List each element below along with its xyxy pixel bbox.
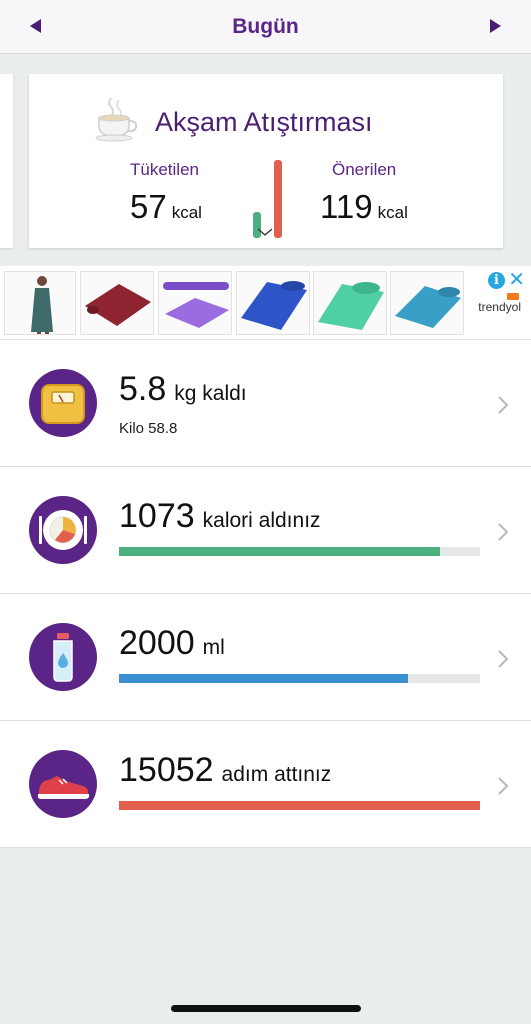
steps-row[interactable]: 15052 adım attınız [0, 721, 531, 848]
ad-banner[interactable]: i ✕ trendyol [0, 266, 531, 340]
ad-info-icon[interactable]: i [488, 272, 505, 289]
meal-carousel[interactable]: Akşam Atıştırması Tüketilen 57 kcal Öneri… [0, 54, 531, 266]
calories-number: 1073 [119, 497, 195, 535]
consumed-label: Tüketilen [130, 160, 199, 179]
recommended-value: 119 kcal [320, 188, 408, 226]
ad-product-mat-teal[interactable] [390, 271, 464, 335]
calories-progress-bar [119, 547, 480, 556]
home-indicator[interactable] [171, 1005, 361, 1012]
water-value: 2000 ml [119, 624, 225, 663]
consumed-unit: kcal [171, 203, 202, 222]
chevron-down-icon[interactable] [257, 224, 273, 240]
ad-product-dress[interactable] [4, 271, 76, 335]
meal-title: Akşam Atıştırması [155, 107, 373, 137]
calories-value: 1073 kalori aldınız [119, 497, 321, 536]
water-progress-fill [119, 674, 408, 683]
ad-product-mat-purple[interactable] [158, 271, 232, 335]
chevron-right-icon [498, 777, 509, 795]
date-header: Bugün [0, 0, 531, 54]
weight-row[interactable]: 5.8 kg kaldı Kilo 58.8 [0, 340, 531, 467]
recommended-label: Önerilen [332, 160, 397, 179]
consumed-value: 57 kcal [130, 188, 202, 226]
calories-progress-fill [119, 547, 441, 556]
steps-number: 15052 [119, 751, 214, 789]
sneaker-icon [29, 750, 97, 818]
water-unit: ml [202, 636, 225, 659]
recommended-bar [274, 160, 282, 238]
weight-number: 5.8 [119, 370, 167, 408]
next-day-arrow-icon[interactable] [490, 19, 501, 33]
ad-product-mat-blue[interactable] [236, 271, 310, 335]
ad-brand-label[interactable]: trendyol [478, 300, 521, 314]
consumed-number: 57 [130, 188, 167, 225]
calories-row[interactable]: 1073 kalori aldınız [0, 467, 531, 594]
scale-icon [29, 369, 97, 437]
ad-brand-badge [507, 293, 519, 300]
water-row[interactable]: 2000 ml [0, 594, 531, 721]
steps-progress-fill [119, 801, 480, 810]
steps-value: 15052 adım attınız [119, 751, 331, 790]
tea-cup-icon [95, 97, 138, 142]
ad-close-icon[interactable]: ✕ [508, 270, 525, 290]
ad-product-mat-red[interactable] [80, 271, 154, 335]
water-bottle-icon [29, 623, 97, 691]
weight-unit: kg kaldı [174, 382, 247, 405]
chevron-right-icon [498, 523, 509, 541]
page-title: Bugün [232, 15, 299, 38]
weight-value: 5.8 kg kaldı [119, 370, 247, 409]
chevron-right-icon [498, 650, 509, 668]
recommended-unit: kcal [377, 203, 408, 222]
recommended-number: 119 [320, 188, 373, 225]
meal-card[interactable]: Akşam Atıştırması Tüketilen 57 kcal Öneri… [29, 74, 503, 248]
water-progress-bar [119, 674, 480, 683]
calories-unit: kalori aldınız [202, 509, 321, 532]
steps-progress-bar [119, 801, 480, 810]
water-number: 2000 [119, 624, 195, 662]
chevron-right-icon [498, 396, 509, 414]
plate-icon [29, 496, 97, 564]
previous-meal-card[interactable] [0, 74, 13, 248]
current-weight: Kilo 58.8 [119, 420, 178, 437]
ad-product-mat-green[interactable] [313, 271, 387, 335]
steps-unit: adım attınız [221, 763, 332, 786]
